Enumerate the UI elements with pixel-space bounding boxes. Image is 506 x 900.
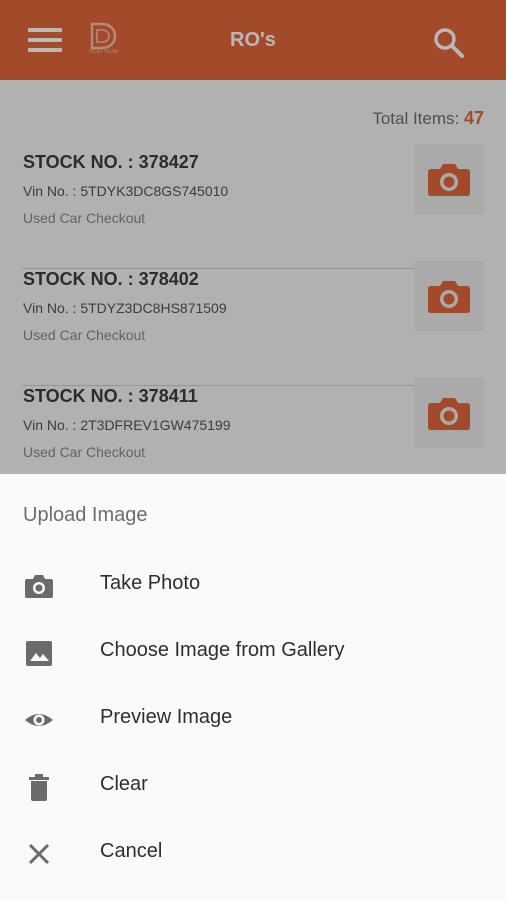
preview-image-label: Preview Image [100, 706, 233, 728]
sheet-title: Upload Image [23, 504, 148, 526]
clear-label: Clear [100, 773, 148, 795]
trash-icon [29, 774, 49, 801]
close-icon [28, 843, 50, 865]
cancel-label: Cancel [100, 840, 163, 862]
preview-image-option[interactable]: Preview Image [0, 686, 506, 752]
camera-icon [25, 575, 53, 598]
eye-icon [25, 714, 53, 726]
take-photo-option[interactable]: Take Photo [0, 552, 506, 618]
upload-image-sheet: Upload Image Take Photo Choose Image fro… [0, 474, 506, 900]
choose-from-gallery-label: Choose Image from Gallery [100, 639, 345, 661]
image-icon [26, 641, 52, 666]
take-photo-label: Take Photo [100, 572, 201, 594]
clear-option[interactable]: Clear [0, 753, 506, 819]
choose-from-gallery-option[interactable]: Choose Image from Gallery [0, 619, 506, 685]
modal-scrim[interactable] [0, 0, 506, 474]
cancel-option[interactable]: Cancel [0, 820, 506, 886]
